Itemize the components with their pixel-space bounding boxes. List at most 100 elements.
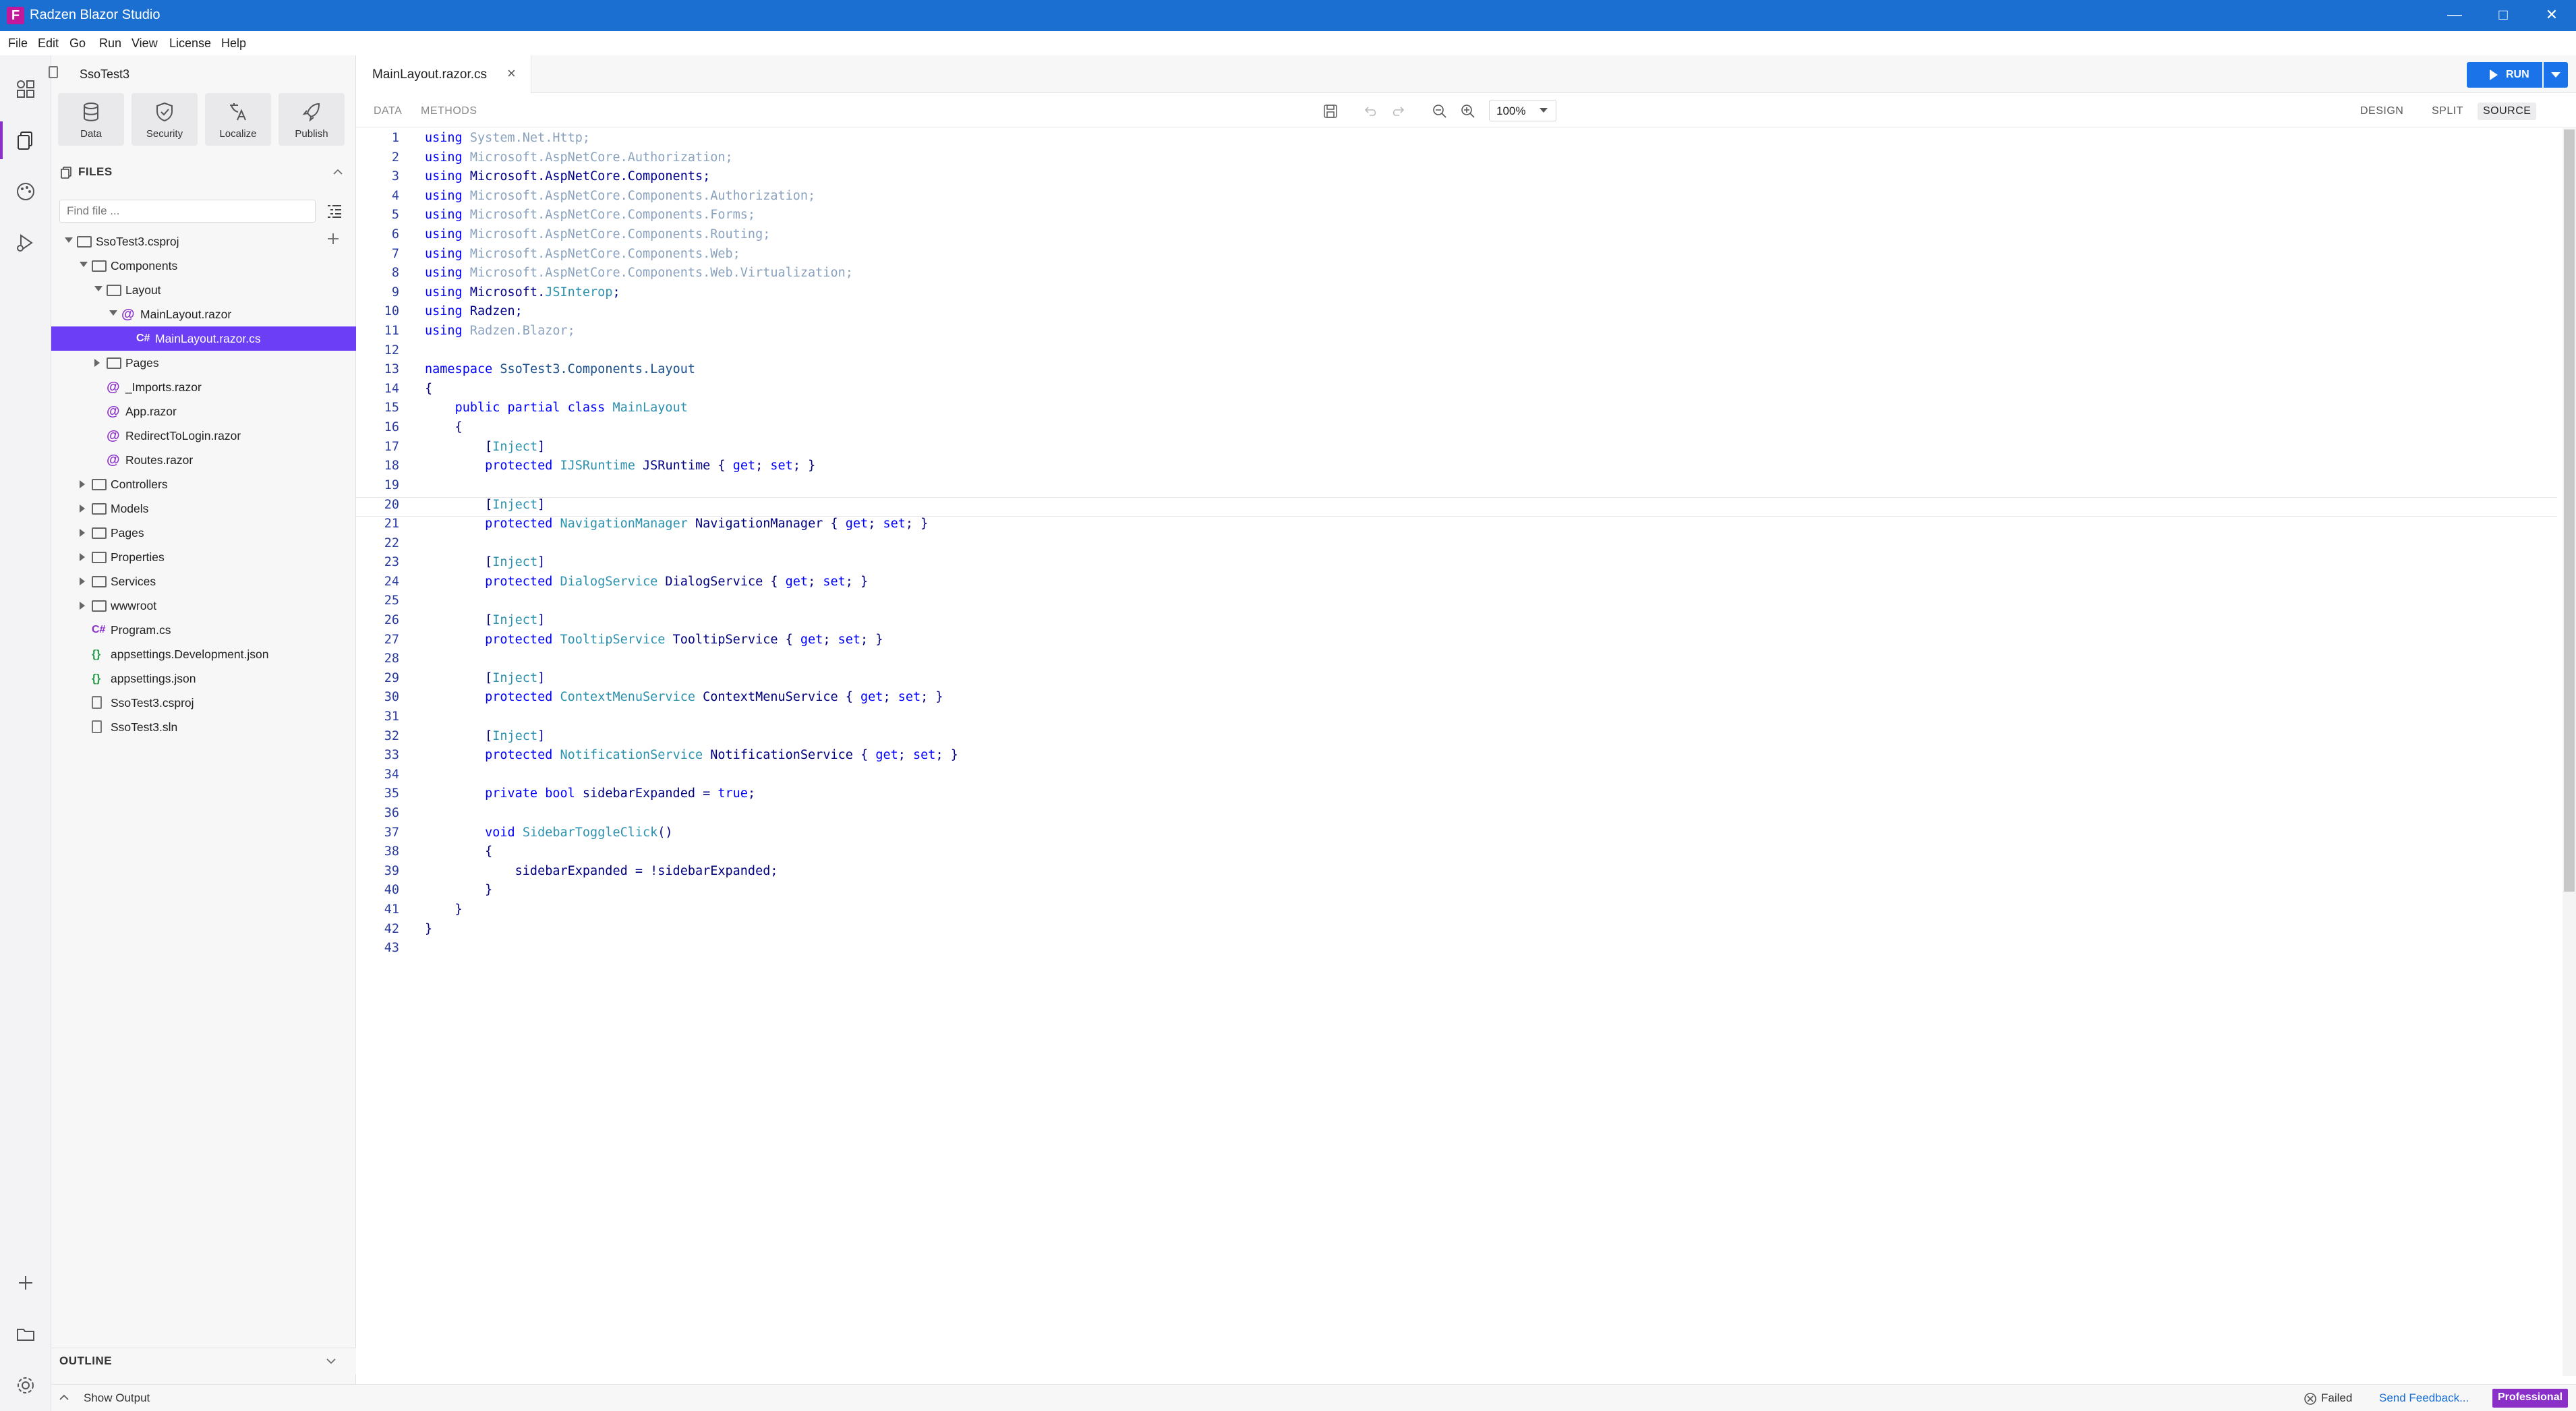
zoom-in-icon[interactable] [1461,104,1475,119]
code-line[interactable]: 4 using Microsoft.AspNetCore.Components.A… [356,189,2557,208]
code-line[interactable]: 41 } [356,902,2557,922]
chevron-right-icon[interactable] [80,602,85,610]
menu-edit[interactable]: Edit [38,36,59,51]
code-line[interactable]: 36 [356,806,2557,826]
code-line[interactable]: 30 protected ContextMenuService ContextM… [356,690,2557,710]
security-button[interactable]: Security [131,93,198,146]
code-line[interactable]: 3 using Microsoft.AspNetCore.Components; [356,169,2557,189]
find-file-input[interactable] [59,200,316,223]
chevron-down-icon[interactable] [326,1358,336,1364]
tree-item[interactable]: C# Program.cs [51,618,356,642]
tree-item[interactable]: Components [51,254,356,278]
code-line[interactable]: 16 { [356,420,2557,440]
chevron-right-icon[interactable] [80,553,85,561]
tree-item[interactable]: C# MainLayout.razor.cs [51,326,356,351]
code-line[interactable]: 32 [Inject] [356,729,2557,749]
tree-item[interactable]: @ Routes.razor [51,448,356,472]
run-debug-icon[interactable] [12,229,39,256]
add-icon[interactable] [12,1269,39,1296]
menu-run[interactable]: Run [99,36,121,51]
chevron-down-icon[interactable] [65,237,73,243]
code-line[interactable]: 11 using Radzen.Blazor; [356,324,2557,343]
code-line[interactable]: 43 [356,941,2557,960]
tree-item[interactable]: @ MainLayout.razor [51,302,356,326]
maximize-icon[interactable]: □ [2484,4,2522,26]
code-line[interactable]: 14 { [356,382,2557,401]
code-line[interactable]: 7 using Microsoft.AspNetCore.Components.W… [356,247,2557,266]
chevron-right-icon[interactable] [80,480,85,488]
tree-item[interactable]: wwwroot [51,594,356,618]
zoom-out-icon[interactable] [1432,104,1447,119]
close-window-icon[interactable]: ✕ [2533,4,2571,26]
chevron-down-icon[interactable] [80,262,88,267]
chevron-up-icon[interactable] [333,169,343,175]
code-line[interactable]: 20 [Inject] [356,497,2557,517]
tree-item[interactable]: @ _Imports.razor [51,375,356,399]
code-line[interactable]: 2 using Microsoft.AspNetCore.Authorizatio… [356,150,2557,170]
send-feedback-link[interactable]: Send Feedback... [2379,1391,2469,1405]
close-tab-icon[interactable]: × [507,65,516,82]
tree-item[interactable]: {} appsettings.Development.json [51,642,356,666]
code-line[interactable]: 38 { [356,844,2557,864]
tree-item[interactable]: Models [51,496,356,521]
chevron-down-icon[interactable] [109,310,117,316]
code-line[interactable]: 37 void SidebarToggleClick() [356,826,2557,845]
files-icon[interactable] [0,121,39,159]
theme-icon[interactable] [12,178,39,205]
menu-go[interactable]: Go [69,36,86,51]
chevron-right-icon[interactable] [80,577,85,585]
code-line[interactable]: 10 using Radzen; [356,304,2557,324]
code-line[interactable]: 19 [356,478,2557,498]
code-line[interactable]: 25 [356,594,2557,613]
tab-data[interactable]: DATA [374,105,402,117]
zoom-select[interactable]: 100% [1489,100,1556,121]
chevron-up-icon[interactable] [59,1394,69,1401]
tree-item[interactable]: SsoTest3.sln [51,715,356,739]
tree-item[interactable]: Layout [51,278,356,302]
code-line[interactable]: 26 [Inject] [356,613,2557,633]
run-button[interactable]: RUN [2467,62,2542,88]
tab-mainlayout-razor-cs[interactable]: MainLayout.razor.cs × [356,55,531,93]
chevron-right-icon[interactable] [80,529,85,537]
code-line[interactable]: 13 namespace SsoTest3.Components.Layout [356,362,2557,382]
code-line[interactable]: 40 } [356,883,2557,902]
code-line[interactable]: 5 using Microsoft.AspNetCore.Components.F… [356,208,2557,227]
code-line[interactable]: 23 [Inject] [356,555,2557,575]
edition-badge[interactable]: Professional [2492,1389,2569,1408]
code-line[interactable]: 42} [356,922,2557,942]
tree-item[interactable]: @ RedirectToLogin.razor [51,424,356,448]
tab-methods[interactable]: METHODS [421,105,477,117]
view-source[interactable]: SOURCE [2478,103,2537,120]
minimize-icon[interactable]: — [2436,4,2473,26]
code-line[interactable]: 29 [Inject] [356,671,2557,691]
code-line[interactable]: 21 protected NavigationManager Navigatio… [356,517,2557,536]
code-line[interactable]: 17 [Inject] [356,440,2557,459]
code-line[interactable]: 18 protected IJSRuntime JSRuntime { get;… [356,459,2557,478]
code-line[interactable]: 9 using Microsoft.JSInterop; [356,285,2557,305]
tree-item[interactable]: Properties [51,545,356,569]
undo-icon[interactable] [1364,104,1378,119]
tree-item[interactable]: SsoTest3.csproj [51,691,356,715]
code-line[interactable]: 27 protected TooltipService TooltipServi… [356,633,2557,652]
files-section-header[interactable]: FILES [58,162,348,182]
editor-scrollbar-thumb[interactable] [2564,129,2575,892]
code-line[interactable]: 31 [356,710,2557,729]
menu-help[interactable]: Help [221,36,246,51]
tree-item[interactable]: Services [51,569,356,594]
save-icon[interactable] [1323,104,1338,119]
code-line[interactable]: 12 [356,343,2557,363]
redo-icon[interactable] [1391,104,1405,119]
chevron-right-icon[interactable] [80,505,85,513]
view-design[interactable]: DESIGN [2360,105,2403,117]
menu-license[interactable]: License [169,36,211,51]
tree-view-options-icon[interactable] [326,204,343,219]
code-line[interactable]: 22 [356,536,2557,556]
code-line[interactable]: 8 using Microsoft.AspNetCore.Components.W… [356,266,2557,285]
components-icon[interactable] [12,76,39,103]
chevron-down-icon[interactable] [94,286,103,291]
code-line[interactable]: 15 public partial class MainLayout [356,401,2557,420]
tree-item[interactable]: {} appsettings.json [51,666,356,691]
show-output-button[interactable]: Show Output [84,1391,150,1405]
code-line[interactable]: 6 using Microsoft.AspNetCore.Components.R… [356,227,2557,247]
code-line[interactable]: 24 protected DialogService DialogService… [356,575,2557,594]
